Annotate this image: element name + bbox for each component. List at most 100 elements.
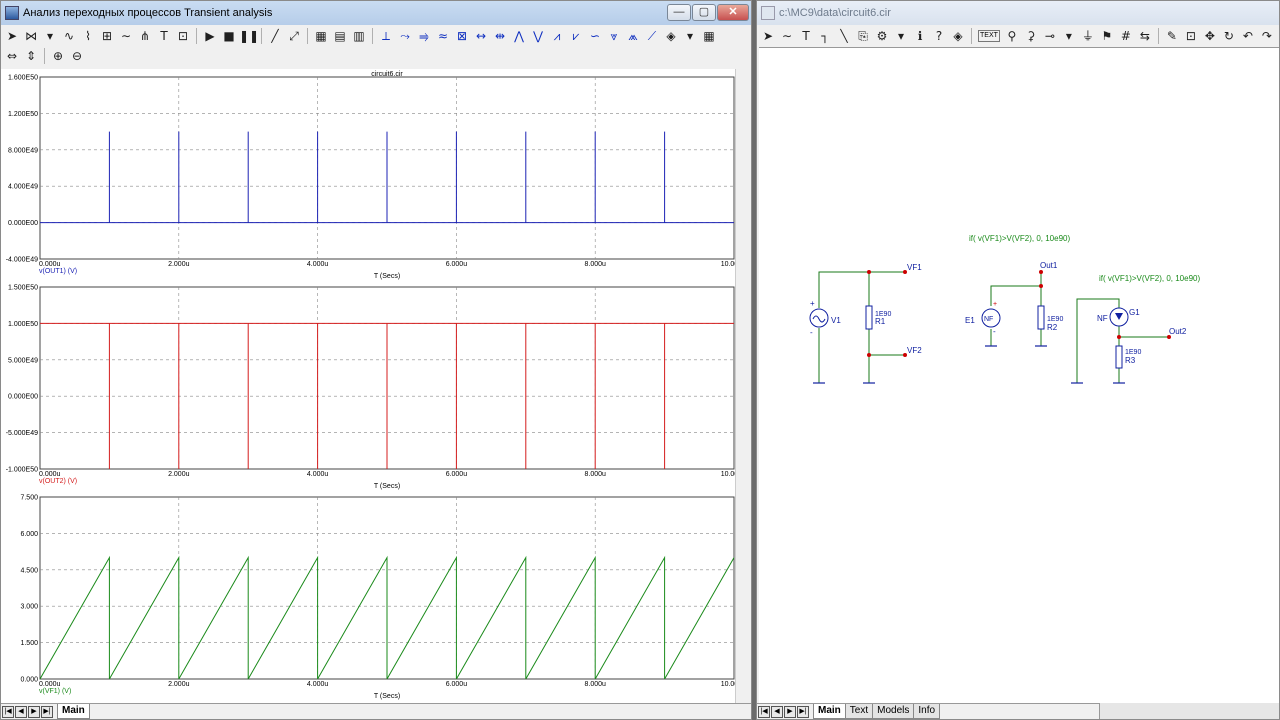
wave-icon[interactable]: ≈ [434,27,452,45]
prev-page-icon[interactable]: ◀ [771,705,783,718]
resistor-body[interactable] [1115,345,1123,369]
table-icon[interactable]: ▦ [700,27,718,45]
wire-icon[interactable]: ∼ [778,27,796,45]
wire-out2[interactable] [1118,326,1169,338]
arrow-select-icon[interactable]: ➤ [759,27,777,45]
tab-models[interactable]: Models [872,704,915,719]
properties-icon[interactable]: ⊡ [1182,27,1200,45]
cursor3-icon[interactable]: ⥤ [415,27,433,45]
dropdown-icon[interactable]: ▾ [41,27,59,45]
line-icon[interactable]: ╱ [266,27,284,45]
next-page-icon[interactable]: ▶ [28,705,40,718]
stop-icon[interactable]: ■ [220,27,238,45]
run-icon[interactable]: ▶ [201,27,219,45]
color-icon[interactable]: ◈ [949,27,967,45]
transient-plots[interactable]: circuit6.cir1.600E501.200E508.000E494.00… [1,69,751,705]
help-icon[interactable]: ? [930,27,948,45]
pause-icon[interactable]: ❚❚ [239,27,259,45]
plot-panel[interactable]: 1.600E50 1.200E50 8.000E49 4.000E49 0.000E00… [6,75,746,281]
plot-panel[interactable]: 7.500 6.000 4.500 3.000 1.500 0.0000.000u 2.00… [20,495,746,701]
multi-icon[interactable]: ⋔ [136,27,154,45]
node-dot[interactable] [867,353,871,357]
last-page-icon[interactable]: ▶| [797,705,809,718]
zoom-out-icon[interactable]: ⊖ [68,47,86,65]
diag-line-icon[interactable]: ⤢ [285,27,303,45]
zoom-fit-icon[interactable]: ⊠ [453,27,471,45]
last-page-icon[interactable]: ▶| [41,705,53,718]
title-bar[interactable]: c:\MC9\data\circuit6.cir [757,1,1279,25]
vertical-scrollbar[interactable] [735,69,751,705]
undo-icon[interactable]: ↶ [1239,27,1257,45]
close-button[interactable]: ✕ [717,4,749,21]
first-page-icon[interactable]: |◀ [758,705,770,718]
tab-text[interactable]: Text [844,704,874,719]
node-dot[interactable] [1039,270,1043,274]
corner-wire-icon[interactable]: ┐ [816,27,834,45]
plot-panel[interactable]: 1.500E50 1.000E50 5.000E49 0.000E00 -5.000E4… [6,285,746,491]
zoom-in-icon[interactable]: ⊕ [49,47,67,65]
maximize-button[interactable]: ▢ [692,4,716,21]
component-icon[interactable]: ⚙ [873,27,891,45]
grid-icon[interactable]: ▦ [312,27,330,45]
title-bar[interactable]: Анализ переходных процессов Transient an… [1,1,751,25]
fit-y-icon[interactable]: ⇕ [22,47,40,65]
minimize-button[interactable]: — [667,4,691,21]
scope-icon[interactable]: ⌇ [79,27,97,45]
move-icon[interactable]: ✥ [1201,27,1219,45]
dropdown2-icon[interactable]: ▾ [681,27,699,45]
node-number-icon[interactable]: # [1117,27,1135,45]
global-low-icon[interactable]: ⩕ [624,27,642,45]
properties-icon[interactable]: ⊡ [174,27,192,45]
next-page-icon[interactable]: ▶ [784,705,796,718]
wire-icon[interactable]: ∼ [117,27,135,45]
schematic-canvas[interactable]: if( v(VF1)>V(VF2), 0, 10e90) if( v(VF1)>V… [759,47,1279,705]
v-cursor-icon[interactable]: ⇹ [491,27,509,45]
dropdown-icon[interactable]: ▾ [892,27,910,45]
first-page-icon[interactable]: |◀ [2,705,14,718]
node-dot[interactable] [1117,335,1121,339]
node-dot[interactable] [1039,284,1043,288]
h-cursor-icon[interactable]: ↔ [472,27,490,45]
ground-icon[interactable]: ⏚ [1079,27,1097,45]
cursor2-icon[interactable]: ⤳ [396,27,414,45]
redo-icon[interactable]: ↷ [1258,27,1276,45]
inflection-icon[interactable]: ∽ [586,27,604,45]
resistor-body[interactable] [1037,305,1045,330]
pin-icon[interactable]: ⊸ [1041,27,1059,45]
probe-icon[interactable]: ⚲ [1003,27,1021,45]
valley-icon[interactable]: ⋁ [529,27,547,45]
flag-icon[interactable]: ⚑ [1098,27,1116,45]
graph-icon[interactable]: ⊞ [98,27,116,45]
fit-x-icon[interactable]: ⇔ [3,47,21,65]
diag-wire-icon[interactable]: ╲ [835,27,853,45]
tab-info[interactable]: Info [913,704,941,719]
info-icon[interactable]: ℹ [911,27,929,45]
slope-icon[interactable]: ⟋ [643,27,661,45]
peak-icon[interactable]: ⋀ [510,27,528,45]
color-icon[interactable]: ◈ [662,27,680,45]
node-dot[interactable] [867,270,871,274]
rotate-icon[interactable]: ↻ [1220,27,1238,45]
schematic-drawing[interactable]: if( v(VF1)>V(VF2), 0, 10e90) if( v(VF1)>V… [759,48,1279,688]
horizontal-scrollbar[interactable] [1099,703,1279,719]
wire-top[interactable] [818,271,905,308]
text-tool-icon[interactable]: T [797,27,815,45]
cursor1-icon[interactable]: ⟂ [377,27,395,45]
draw-icon[interactable]: ✎ [1163,27,1181,45]
text-icon[interactable]: T [155,27,173,45]
grid2-icon[interactable]: ▤ [331,27,349,45]
wire-e1-top[interactable] [990,285,1041,306]
tab-main[interactable]: Main [813,704,846,719]
node-icon[interactable]: ⋈ [22,27,40,45]
probe2-icon[interactable]: ⚳ [1022,27,1040,45]
plot-area[interactable]: circuit6.cir 1.600E50 1.200E50 8.000E49 4.00… [1,69,751,705]
bus-icon[interactable]: ⇆ [1136,27,1154,45]
dropdown2-icon[interactable]: ▾ [1060,27,1078,45]
global-high-icon[interactable]: ⩔ [605,27,623,45]
prev-page-icon[interactable]: ◀ [15,705,27,718]
label-icon[interactable]: ⎘ [854,27,872,45]
text-mode-button[interactable]: TEXT [978,30,1000,42]
grid3-icon[interactable]: ▥ [350,27,368,45]
high-icon[interactable]: ⩘ [548,27,566,45]
arrow-select-icon[interactable]: ➤ [3,27,21,45]
